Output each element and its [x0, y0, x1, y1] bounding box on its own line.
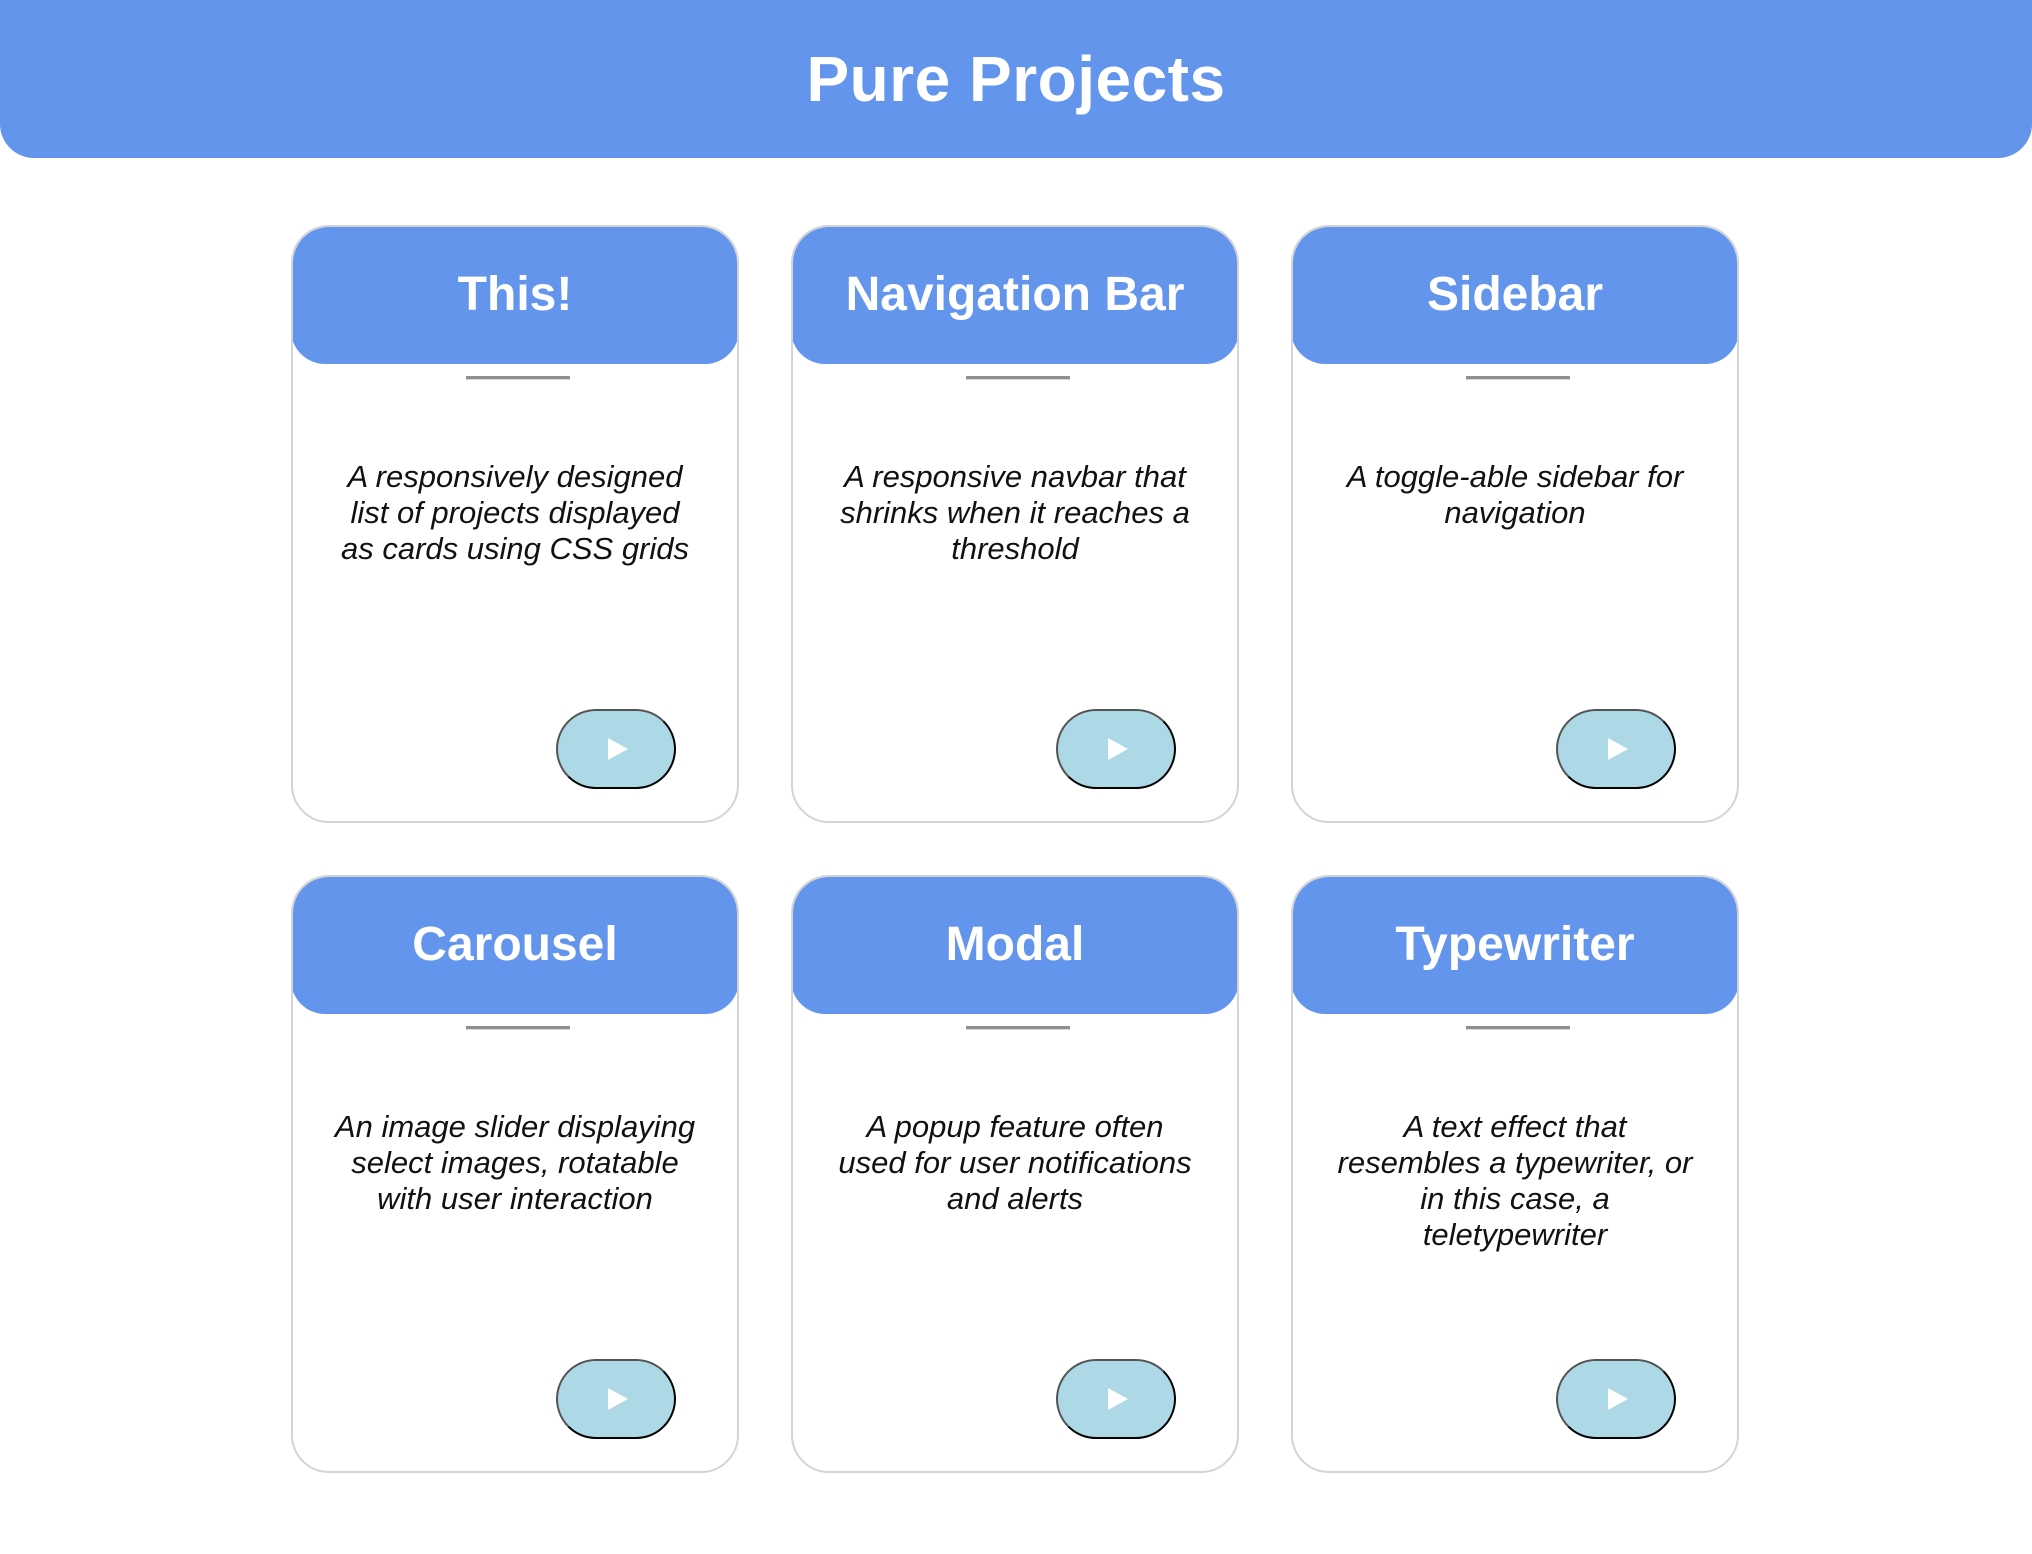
play-icon [608, 1388, 628, 1410]
play-button[interactable] [1056, 709, 1176, 789]
project-card-modal: Modal A popup feature often used for use… [791, 875, 1239, 1473]
card-description: A text effect that resembles a typewrite… [1337, 1109, 1693, 1252]
play-icon [1108, 738, 1128, 760]
card-description: A responsive navbar that shrinks when it… [840, 459, 1190, 566]
card-divider [466, 1026, 570, 1030]
card-header: Sidebar [1293, 227, 1737, 364]
card-divider [1466, 376, 1570, 380]
card-header: Typewriter [1293, 877, 1737, 1014]
play-icon [1608, 1388, 1628, 1410]
play-icon [1108, 1388, 1128, 1410]
play-button[interactable] [1556, 709, 1676, 789]
card-title: Sidebar [1426, 268, 1604, 321]
card-header: This! [293, 227, 737, 364]
page-title: Pure Projects [806, 43, 1226, 115]
page-header: Pure Projects [0, 0, 2032, 158]
play-button[interactable] [1056, 1359, 1176, 1439]
project-card-typewriter: Typewriter A text effect that resembles … [1291, 875, 1739, 1473]
projects-grid: This! A responsively designed list of pr… [291, 225, 1739, 1473]
play-icon [608, 738, 628, 760]
project-card-navigation-bar: Navigation Bar A responsive navbar that … [791, 225, 1239, 823]
card-header: Modal [793, 877, 1237, 1014]
card-description: A responsively designed list of projects… [340, 459, 690, 566]
card-description: A toggle-able sidebar for navigation [1346, 459, 1684, 530]
card-header: Carousel [293, 877, 737, 1014]
play-button[interactable] [1556, 1359, 1676, 1439]
card-header: Navigation Bar [793, 227, 1237, 364]
card-divider [966, 376, 1070, 380]
card-title: Modal [945, 918, 1085, 971]
card-title: Carousel [412, 918, 618, 971]
play-icon [1608, 738, 1628, 760]
card-divider [966, 1026, 1070, 1030]
card-title: Navigation Bar [845, 268, 1185, 321]
play-button[interactable] [556, 709, 676, 789]
card-divider [1466, 1026, 1570, 1030]
card-divider [466, 376, 570, 380]
card-description: A popup feature often used for user noti… [838, 1109, 1192, 1216]
project-card-this: This! A responsively designed list of pr… [291, 225, 739, 823]
project-card-carousel: Carousel An image slider displaying sele… [291, 875, 739, 1473]
card-title: This! [457, 268, 573, 321]
play-button[interactable] [556, 1359, 676, 1439]
card-description: An image slider displaying select images… [334, 1109, 696, 1216]
project-card-sidebar: Sidebar A toggle-able sidebar for naviga… [1291, 225, 1739, 823]
card-title: Typewriter [1395, 918, 1635, 971]
